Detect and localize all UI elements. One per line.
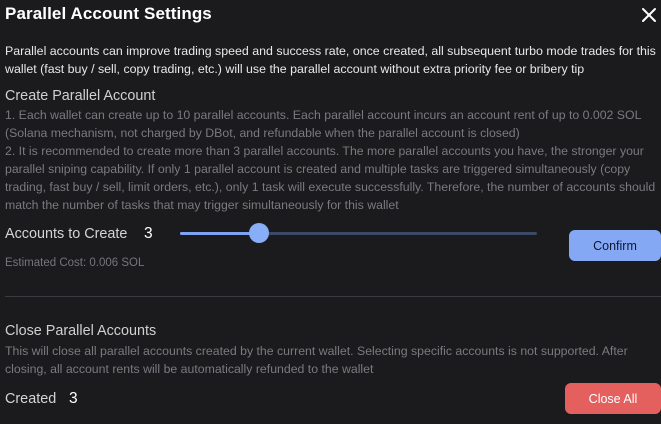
created-label: Created (5, 391, 57, 407)
create-desc-2: 2. It is recommended to create more than… (5, 144, 656, 212)
estimated-cost: Estimated Cost: 0.006 SOL (5, 257, 145, 269)
intro-text: Parallel accounts can improve trading sp… (5, 44, 656, 76)
accounts-slider[interactable] (180, 223, 537, 243)
dialog-title: Parallel Account Settings (5, 4, 212, 23)
created-value: 3 (69, 390, 78, 407)
accounts-to-create-label: Accounts to Create (5, 226, 128, 242)
confirm-button[interactable]: Confirm (569, 230, 661, 261)
section-divider (5, 296, 661, 297)
close-desc: This will close all parallel accounts cr… (5, 344, 628, 376)
create-desc-1: 1. Each wallet can create up to 10 paral… (5, 108, 641, 140)
slider-fill (180, 232, 259, 235)
parallel-account-settings-dialog: Parallel Account Settings Parallel accou… (0, 0, 661, 424)
accounts-to-create-value: 3 (144, 225, 153, 242)
create-section-title: Create Parallel Account (5, 88, 156, 104)
close-icon (642, 8, 656, 22)
close-all-button[interactable]: Close All (565, 383, 661, 414)
slider-thumb[interactable] (248, 223, 269, 243)
close-section-title: Close Parallel Accounts (5, 323, 157, 339)
close-button[interactable] (638, 4, 660, 26)
